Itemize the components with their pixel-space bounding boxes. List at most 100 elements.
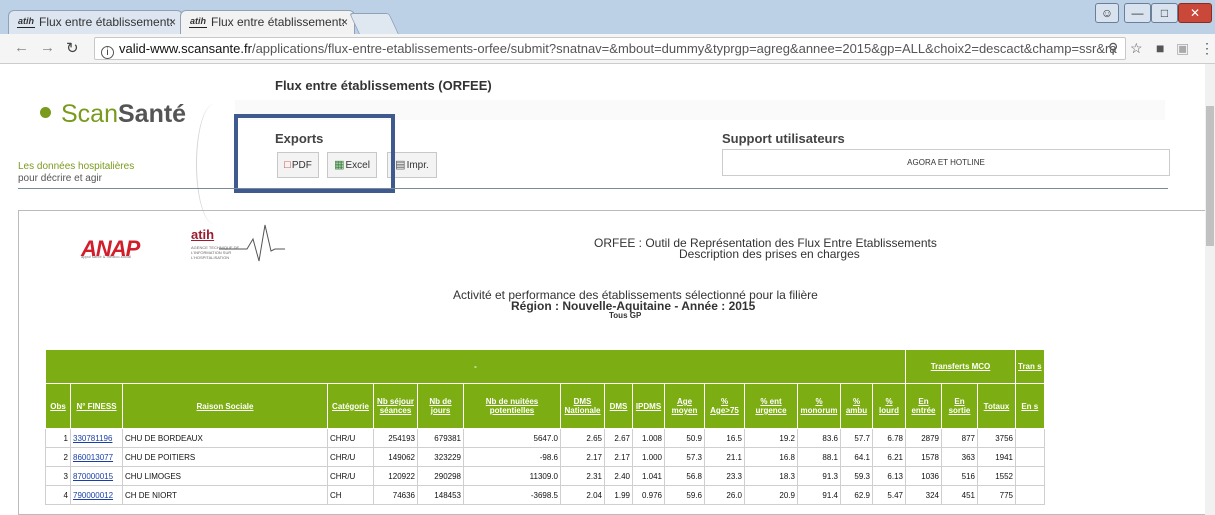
table-cell: 1552 <box>977 466 1016 486</box>
col-header[interactable]: % ent urgence <box>744 383 798 429</box>
col-header[interactable]: Obs <box>45 383 71 429</box>
col-header[interactable]: % Age>75 <box>704 383 745 429</box>
group-header-transferts-mco[interactable]: Transferts MCO <box>905 349 1016 384</box>
tagline-line2: pour décrire et agir <box>18 173 102 184</box>
table-cell: 775 <box>977 485 1016 505</box>
table-cell[interactable]: 860013077 <box>70 447 123 467</box>
table-cell: -3698.5 <box>463 485 561 505</box>
col-header[interactable]: DMS Nationale <box>560 383 605 429</box>
table-cell: CHR/U <box>327 466 374 486</box>
scrollbar-thumb[interactable] <box>1206 106 1214 246</box>
logo-dot-icon <box>40 107 51 118</box>
tab-title: Flux entre établissement: <box>39 15 174 29</box>
tab-title: Flux entre établissement: <box>211 15 346 29</box>
table-cell: 11309.0 <box>463 466 561 486</box>
table-header-row: Obs N° FINESS Raison Sociale Catégorie N… <box>45 383 1045 429</box>
col-header[interactable]: En s <box>1015 383 1045 429</box>
table-cell: 2.17 <box>560 447 605 467</box>
finess-link[interactable]: 870000015 <box>73 472 113 481</box>
table-cell[interactable]: 330781196 <box>70 428 123 448</box>
table-cell: 1.008 <box>632 428 665 448</box>
table-cell: 64.1 <box>840 447 873 467</box>
finess-link[interactable]: 330781196 <box>73 434 112 443</box>
col-header[interactable]: En entrée <box>905 383 942 429</box>
table-cell: 21.1 <box>704 447 745 467</box>
table-cell: 323229 <box>417 447 464 467</box>
page-title: Flux entre établissements (ORFEE) <box>275 78 492 93</box>
table-cell: 451 <box>941 485 978 505</box>
anap-logo-subtitle: appui santé & médico-social <box>81 254 132 259</box>
table-cell[interactable]: 790000012 <box>70 485 123 505</box>
info-icon[interactable]: i <box>101 46 114 59</box>
table-cell: 18.3 <box>744 466 798 486</box>
finess-link[interactable]: 790000012 <box>73 491 113 500</box>
col-header[interactable]: Age moyen <box>664 383 705 429</box>
col-header[interactable]: % ambu <box>840 383 873 429</box>
table-cell: 290298 <box>417 466 464 486</box>
table-row: 3 870000015 CHU LIMOGES CHR/U 120922 290298 11… <box>45 466 1045 486</box>
group-header-tran[interactable]: Tran s <box>1015 349 1045 384</box>
col-header[interactable]: Nb de nuitées potentielles <box>463 383 561 429</box>
col-header[interactable]: Nb de jours <box>417 383 464 429</box>
finess-link[interactable]: 860013077 <box>73 453 113 462</box>
extension-icon[interactable]: ■ <box>1156 40 1164 56</box>
report-gp: Tous GP <box>609 311 642 320</box>
zoom-icon[interactable]: ⚲ <box>1108 40 1118 57</box>
table-cell: 149062 <box>373 447 418 467</box>
url-field[interactable]: i valid-www.scansante.fr/applications/flu… <box>94 37 1126 60</box>
extension-2-icon[interactable]: ▣ <box>1176 40 1189 57</box>
col-header[interactable]: Totaux <box>977 383 1016 429</box>
table-cell: 74636 <box>373 485 418 505</box>
scansante-logo[interactable]: ScanSanté <box>40 100 186 129</box>
col-header[interactable]: Raison Sociale <box>122 383 328 429</box>
table-cell: 2.17 <box>604 447 633 467</box>
table-group-header-row: - Transferts MCO Tran s <box>45 349 1045 384</box>
table-cell: 3 <box>45 466 71 486</box>
browser-tab-2[interactable]: atih Flux entre établissement: × <box>180 10 355 34</box>
table-cell: -98.6 <box>463 447 561 467</box>
browser-tab-1[interactable]: atih Flux entre établissement: × <box>8 10 183 34</box>
menu-icon[interactable]: ⋮ <box>1200 40 1214 57</box>
table-cell: 88.1 <box>797 447 841 467</box>
close-tab-icon[interactable]: × <box>341 11 348 33</box>
table-cell[interactable]: 870000015 <box>70 466 123 486</box>
table-cell: CH DE NIORT <box>122 485 328 505</box>
vertical-scrollbar[interactable] <box>1205 64 1215 515</box>
close-window-icon[interactable]: ✕ <box>1178 3 1212 23</box>
browser-tab-bar: atih Flux entre établissement: × atih Fl… <box>0 0 1215 34</box>
table-cell: CHU DE BORDEAUX <box>122 428 328 448</box>
table-cell: 83.6 <box>797 428 841 448</box>
back-icon[interactable]: ← <box>14 39 29 56</box>
reload-icon[interactable]: ↻ <box>66 39 79 57</box>
table-cell: 57.3 <box>664 447 705 467</box>
table-cell: 2879 <box>905 428 942 448</box>
col-header[interactable]: % lourd <box>872 383 906 429</box>
table-cell: 120922 <box>373 466 418 486</box>
table-cell: 2.31 <box>560 466 605 486</box>
col-header[interactable]: Nb séjour séances <box>373 383 418 429</box>
group-header-blank: - <box>45 349 906 384</box>
maximize-icon[interactable]: □ <box>1151 3 1178 23</box>
col-header[interactable]: DMS <box>604 383 633 429</box>
support-label: Support utilisateurs <box>722 131 845 146</box>
col-header[interactable]: En sortie <box>941 383 978 429</box>
col-header[interactable]: Catégorie <box>327 383 374 429</box>
minimize-icon[interactable]: — <box>1124 3 1151 23</box>
table-cell: 91.3 <box>797 466 841 486</box>
agora-hotline-button[interactable]: AGORA ET HOTLINE <box>722 149 1170 176</box>
table-cell: 1578 <box>905 447 942 467</box>
new-tab-button[interactable] <box>349 13 399 34</box>
col-header[interactable]: N° FINESS <box>70 383 123 429</box>
table-cell: 3756 <box>977 428 1016 448</box>
col-header[interactable]: % monorum <box>797 383 841 429</box>
bookmark-star-icon[interactable]: ☆ <box>1130 40 1143 57</box>
table-cell <box>1015 447 1045 467</box>
table-cell: 4 <box>45 485 71 505</box>
print-label: Impr. <box>406 160 429 171</box>
close-tab-icon[interactable]: × <box>169 11 176 33</box>
forward-icon[interactable]: → <box>40 39 55 56</box>
table-cell: CH <box>327 485 374 505</box>
decorative-curve <box>196 104 232 224</box>
user-icon[interactable]: ☺ <box>1095 3 1119 23</box>
col-header[interactable]: IPDMS <box>632 383 665 429</box>
